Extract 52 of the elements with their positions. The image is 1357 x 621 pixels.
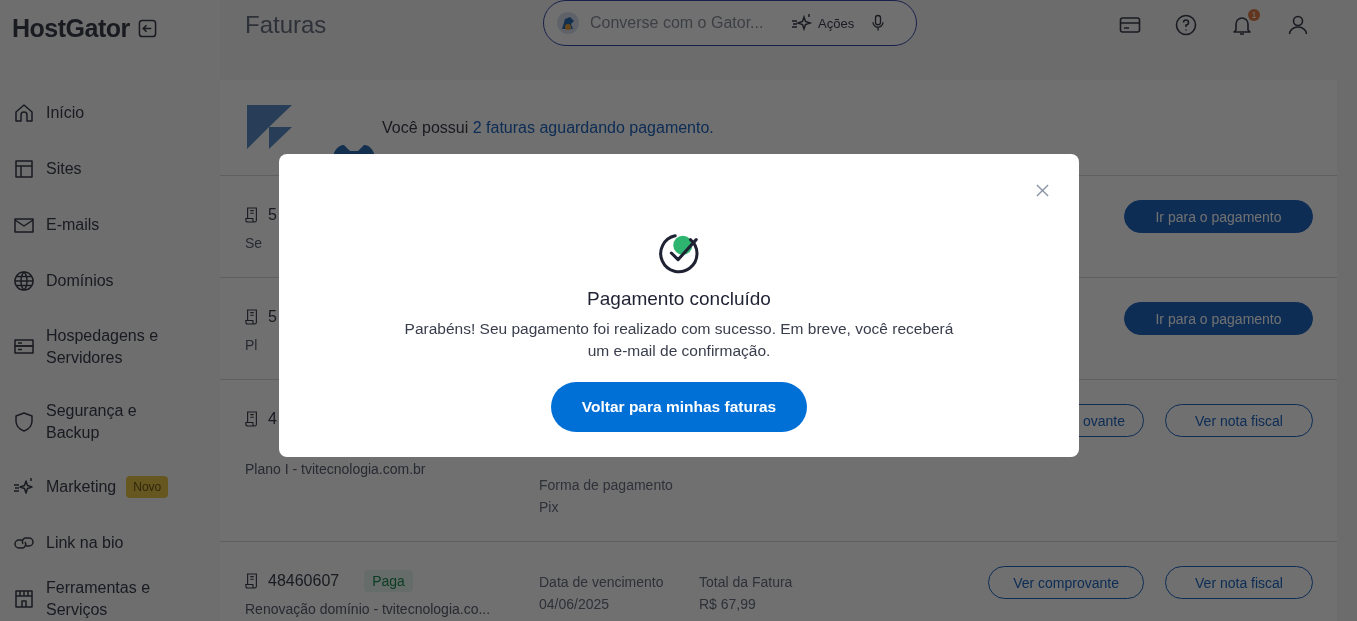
sidebar-item[interactable]: E-mails <box>12 197 220 253</box>
sidebar-item[interactable]: Sites <box>12 141 220 197</box>
invoice-description: Pl <box>245 337 259 353</box>
sidebar-item[interactable]: Domínios <box>12 253 220 309</box>
detail-label: Total da Fatura <box>699 574 794 590</box>
receipt-icon <box>245 207 259 223</box>
receipt-icon <box>245 411 259 427</box>
sidebar-item[interactable]: Hospedagens e Servidores <box>12 309 220 384</box>
pay-button[interactable]: Ir para o pagamento <box>1124 302 1313 335</box>
dialog-title: Pagamento concluído <box>587 288 771 310</box>
sidebar-item[interactable]: Segurança e Backup <box>12 384 220 459</box>
shield-icon <box>12 409 36 434</box>
detail-value: R$ 67,99 <box>699 596 757 612</box>
invoice-number: 5 <box>268 206 277 224</box>
outline-button[interactable]: Ver nota fiscal <box>1165 566 1313 599</box>
logo[interactable]: HostGator <box>12 13 130 43</box>
detail-label: Data de vencimento <box>539 574 665 590</box>
avatar-icon <box>556 11 580 35</box>
help-icon[interactable] <box>1174 13 1198 37</box>
back-to-invoices-button[interactable]: Voltar para minhas faturas <box>551 382 807 432</box>
sidebar-item[interactable]: Início <box>12 85 220 141</box>
sidebar-item[interactable]: Link na bio <box>12 515 220 571</box>
invoice-number: 48460607 <box>268 572 340 590</box>
dialog-message: Parabéns! Seu pagamento foi realizado com sucesso. Em breve, você receberá um e-mail de confirmação. <box>403 319 955 361</box>
home-icon <box>12 101 36 125</box>
status-badge: Paga <box>364 570 413 592</box>
storefront-icon <box>12 587 36 611</box>
globe-icon <box>12 269 36 293</box>
outline-button[interactable]: Ver comprovante <box>988 566 1144 599</box>
invoice-number: 4 <box>268 410 277 428</box>
actions-button[interactable]: Ações <box>790 11 855 35</box>
pay-button[interactable]: Ir para o pagamento <box>1124 200 1313 233</box>
detail-value: 04/06/2025 <box>539 596 611 612</box>
sidebar-item[interactable]: Ferramentas e Serviços <box>12 571 220 621</box>
detail-value: Pix <box>539 499 560 515</box>
check-circle-icon <box>658 232 700 274</box>
invoice-description: Plano I - tvitecnologia.com.br <box>245 461 427 477</box>
invoice-number: 5 <box>268 308 277 326</box>
receipt-icon <box>245 309 259 325</box>
page-title: Faturas <box>245 11 328 39</box>
invoice-description: Renovação domínio - tvitecnologia.co... <box>245 601 492 617</box>
detail-label: Forma de pagamento <box>539 477 674 493</box>
banner-message: Você possui 2 faturas aguardando pagamento. <box>382 118 714 137</box>
invoices-link[interactable]: 2 faturas aguardando pagamento. <box>472 118 714 136</box>
collapse-icon[interactable] <box>137 18 157 38</box>
notification-badge: 1 <box>1248 9 1260 21</box>
close-icon[interactable] <box>1036 184 1049 197</box>
receipt-icon <box>245 573 259 589</box>
invoice-description: Se <box>245 235 264 251</box>
outline-button[interactable]: Ver nota fiscal <box>1165 404 1313 437</box>
user-icon[interactable] <box>1286 13 1310 37</box>
layout-icon <box>12 157 36 181</box>
